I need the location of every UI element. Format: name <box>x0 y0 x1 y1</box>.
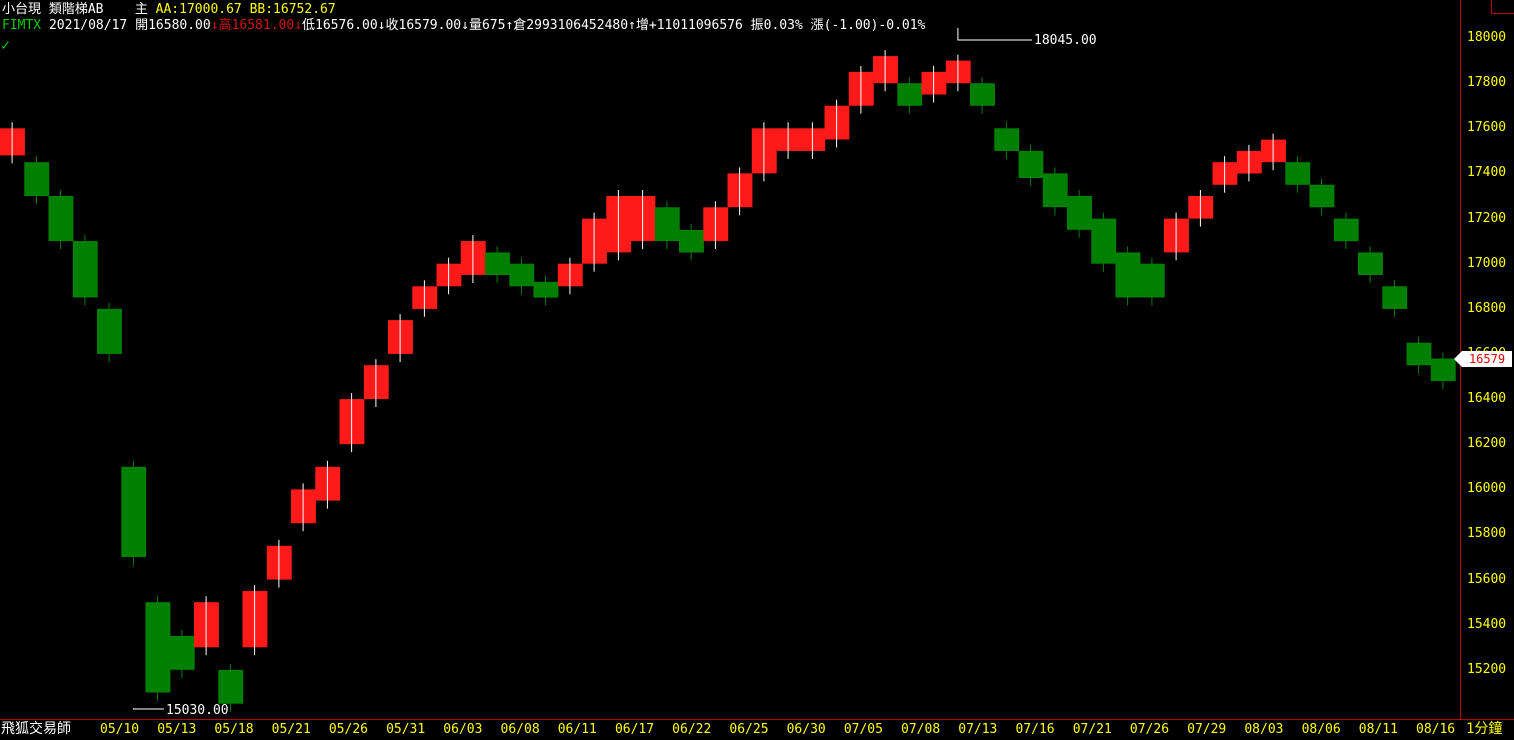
y-tick-label: 16200 <box>1467 436 1507 452</box>
x-tick-label: 05/13 <box>157 722 197 737</box>
y-tick-label: 18000 <box>1467 30 1507 46</box>
price-chart[interactable] <box>0 0 1460 720</box>
x-tick-label: 05/10 <box>100 722 140 737</box>
y-tick-label: 17600 <box>1467 120 1507 136</box>
x-tick-label: 07/13 <box>958 722 998 737</box>
x-tick-label: 06/03 <box>443 722 483 737</box>
x-tick-label: 05/31 <box>386 722 426 737</box>
x-tick-label: 07/05 <box>843 722 883 737</box>
x-tick-label: 06/11 <box>557 722 597 737</box>
x-tick-label: 08/06 <box>1301 722 1341 737</box>
x-tick-label: 06/30 <box>786 722 826 737</box>
y-tick-label: 15800 <box>1467 526 1507 542</box>
x-tick-label: 07/21 <box>1072 722 1112 737</box>
y-tick-label: 17000 <box>1467 255 1507 271</box>
y-tick-label: 16400 <box>1467 391 1507 407</box>
x-tick-label: 06/08 <box>500 722 540 737</box>
x-tick-label: 05/21 <box>271 722 311 737</box>
x-axis: 05/10 05/13 05/18 05/21 05/26 05/31 06/03 06/08… <box>0 719 1514 740</box>
period-selector[interactable]: 1分鐘 <box>1466 721 1502 737</box>
y-tick-label: 17800 <box>1467 75 1507 91</box>
x-tick-label: 08/03 <box>1244 722 1284 737</box>
x-tick-label: 07/26 <box>1129 722 1170 737</box>
last-price-tag: 16579 <box>1454 350 1512 367</box>
y-tick-label: 16800 <box>1467 300 1507 316</box>
max-price-leader <box>957 27 1032 41</box>
x-tick-label: 05/18 <box>214 722 254 737</box>
x-tick-label: 07/16 <box>1015 722 1055 737</box>
x-tick-label: 08/11 <box>1358 722 1398 737</box>
x-tick-label: 07/29 <box>1187 722 1227 737</box>
x-tick-label: 08/16 <box>1416 722 1456 737</box>
min-price-label: 15030.00 <box>166 703 229 718</box>
x-tick-label: 05/26 <box>328 722 368 737</box>
y-tick-label: 15400 <box>1467 616 1507 632</box>
y-tick-label: 17400 <box>1467 165 1507 181</box>
x-tick-label: 06/17 <box>614 722 655 737</box>
y-tick-label: 16000 <box>1467 481 1507 497</box>
x-tick-label: 06/25 <box>729 722 769 737</box>
y-tick-label: 17200 <box>1467 210 1507 226</box>
x-tick-label: 06/22 <box>672 722 712 737</box>
x-tick-label: 07/08 <box>901 722 941 737</box>
y-tick-label: 15200 <box>1467 661 1507 677</box>
min-price-leader <box>132 708 164 710</box>
brand-label: 飛狐交易師 <box>1 721 71 737</box>
y-tick-label: 15600 <box>1467 571 1507 587</box>
max-price-label: 18045.00 <box>1034 33 1097 48</box>
